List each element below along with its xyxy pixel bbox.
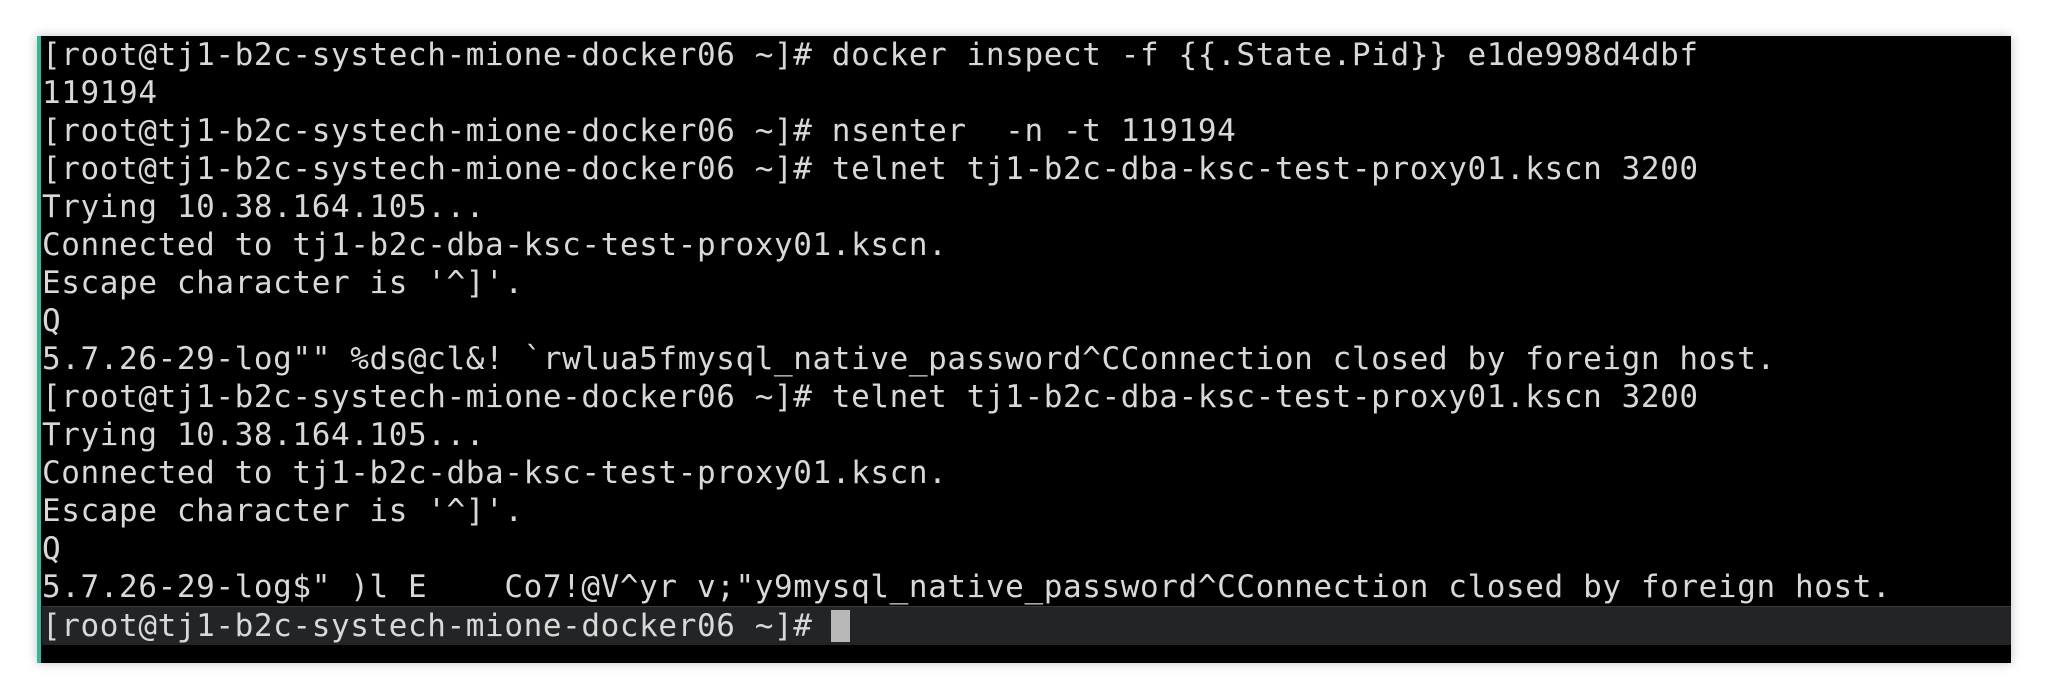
- terminal-line: Q: [42, 303, 62, 339]
- window-focus-accent: [37, 36, 41, 663]
- terminal-line: 119194: [42, 75, 158, 111]
- current-prompt-line[interactable]: [root@tj1-b2c-systech-mione-docker06 ~]#: [42, 606, 2011, 645]
- terminal-output: [root@tj1-b2c-systech-mione-docker06 ~]#…: [42, 36, 2011, 645]
- text-cursor: [830, 609, 850, 642]
- terminal-line: 5.7.26-29-log$" )l E Co7!@V^yr v;"y9mysq…: [42, 569, 1892, 605]
- terminal-line: Escape character is '^]'.: [42, 493, 524, 529]
- shell-prompt: [root@tj1-b2c-systech-mione-docker06 ~]#: [42, 608, 813, 644]
- terminal-line: Escape character is '^]'.: [42, 265, 524, 301]
- terminal-line: [root@tj1-b2c-systech-mione-docker06 ~]#…: [42, 151, 1699, 187]
- terminal-line: [root@tj1-b2c-systech-mione-docker06 ~]#…: [42, 113, 1237, 149]
- terminal-line: [root@tj1-b2c-systech-mione-docker06 ~]#…: [42, 37, 1699, 73]
- terminal-line: Trying 10.38.164.105...: [42, 417, 486, 453]
- terminal-line: Connected to tj1-b2c-dba-ksc-test-proxy0…: [42, 227, 948, 263]
- terminal-line: Connected to tj1-b2c-dba-ksc-test-proxy0…: [42, 455, 948, 491]
- terminal-line: Trying 10.38.164.105...: [42, 189, 486, 225]
- terminal-line: 5.7.26-29-log"" %ds@cl&! `rwlua5fmysql_n…: [42, 341, 1776, 377]
- terminal-line: Q: [42, 531, 62, 567]
- terminal-window[interactable]: [root@tj1-b2c-systech-mione-docker06 ~]#…: [37, 36, 2011, 663]
- terminal-line: [root@tj1-b2c-systech-mione-docker06 ~]#…: [42, 379, 1699, 415]
